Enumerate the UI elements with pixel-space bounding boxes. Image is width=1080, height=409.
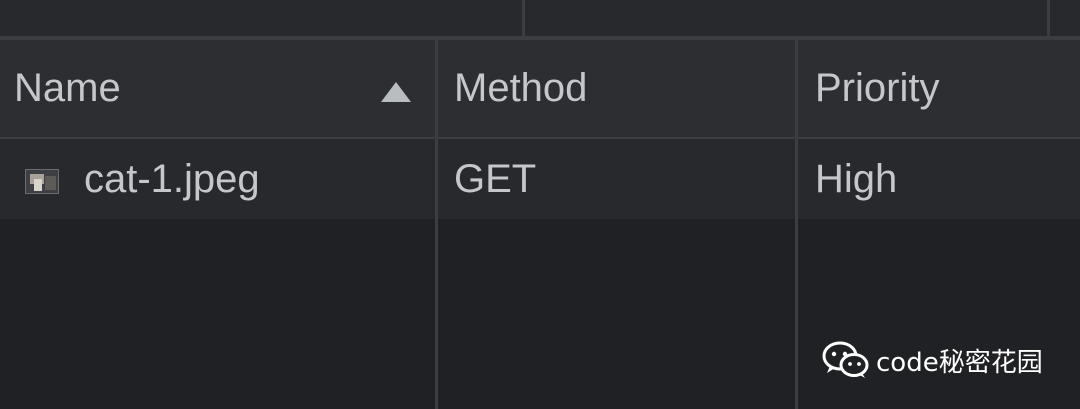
request-method-cell[interactable]: GET	[454, 139, 794, 219]
wechat-icon	[822, 341, 869, 378]
column-header-method-label: Method	[454, 66, 588, 110]
column-divider[interactable]	[435, 40, 438, 409]
watermark-text: code秘密花园	[876, 347, 1043, 378]
request-priority-cell[interactable]: High	[815, 139, 1080, 219]
request-method: GET	[454, 156, 537, 201]
column-header-priority[interactable]: Priority	[815, 40, 1080, 137]
request-name: cat-1.jpeg	[84, 156, 260, 201]
watermark: code秘密花园	[822, 340, 1043, 380]
column-header-method[interactable]: Method	[454, 40, 794, 137]
toolbar-divider	[522, 0, 525, 36]
request-priority: High	[815, 156, 898, 201]
request-name-cell[interactable]: cat-1.jpeg	[84, 139, 434, 219]
column-header-name[interactable]: Name	[14, 40, 434, 137]
column-divider[interactable]	[795, 40, 798, 409]
toolbar-divider	[1047, 0, 1050, 36]
sort-ascending-icon[interactable]	[381, 82, 411, 102]
toolbar-strip	[0, 0, 1080, 40]
column-header-name-label: Name	[14, 66, 121, 110]
column-header-priority-label: Priority	[815, 66, 940, 110]
image-file-icon	[25, 169, 59, 194]
network-panel: Name Method Priority cat-1.jpeg GET High…	[0, 0, 1080, 409]
